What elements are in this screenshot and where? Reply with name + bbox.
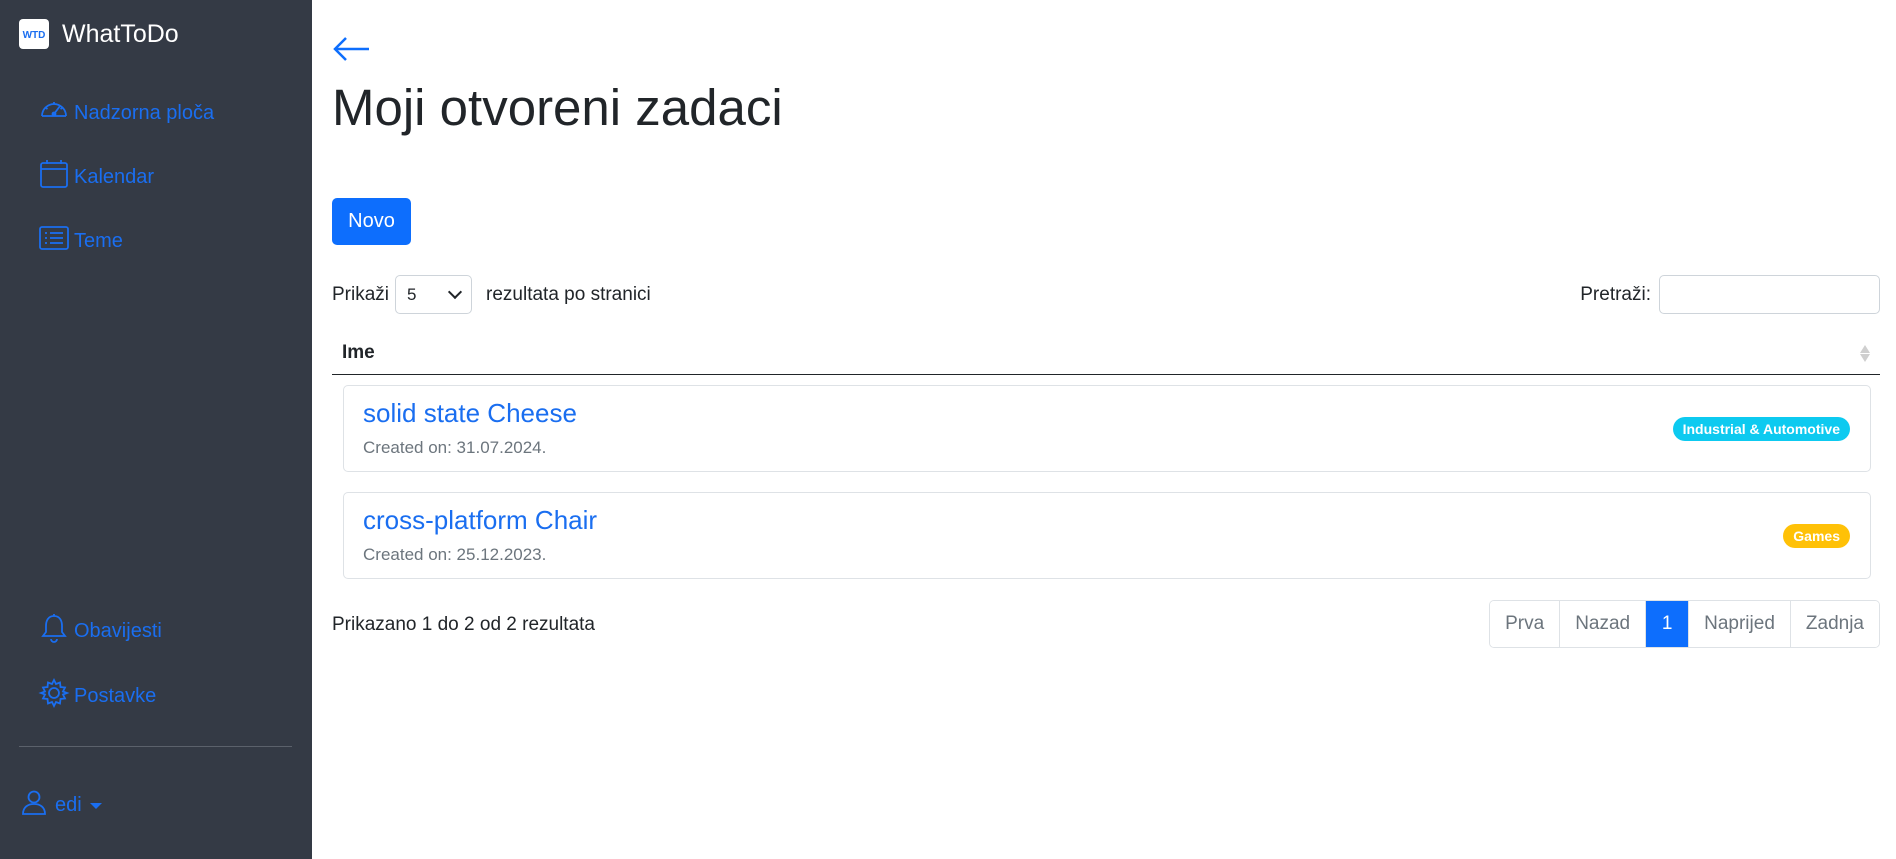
results-info: Prikazano 1 do 2 od 2 rezultata bbox=[332, 614, 596, 635]
tag-badge: Industrial & Automotive bbox=[1672, 417, 1850, 441]
table-row: solid state Cheese Created on: 31.07.202… bbox=[343, 385, 1871, 472]
column-header-name[interactable]: Ime bbox=[332, 332, 1880, 375]
new-task-button[interactable]: Novo bbox=[332, 198, 411, 245]
pagination-next[interactable]: Naprijed bbox=[1688, 601, 1790, 647]
sidebar-item-calendar[interactable]: Kalendar bbox=[38, 158, 154, 196]
user-name: edi bbox=[55, 793, 82, 816]
gear-icon bbox=[38, 677, 74, 715]
user-menu[interactable]: edi bbox=[20, 788, 102, 822]
sidebar: WTD WhatToDo Nadzorna ploča Kalendar Tem… bbox=[0, 0, 312, 859]
user-icon bbox=[20, 788, 55, 822]
sidebar-item-settings[interactable]: Postavke bbox=[38, 677, 156, 715]
list-icon bbox=[38, 222, 74, 260]
chevron-down-icon bbox=[89, 803, 102, 809]
pagination: Prva Nazad 1 Naprijed Zadnja bbox=[1489, 600, 1880, 648]
chevron-down-icon bbox=[447, 284, 463, 299]
page-length-prefix: Prikaži bbox=[332, 283, 390, 305]
task-created-date: Created on: 25.12.2023. bbox=[363, 545, 547, 564]
calendar-icon bbox=[38, 158, 74, 196]
back-button[interactable] bbox=[332, 34, 372, 64]
brand[interactable]: WTD WhatToDo bbox=[19, 19, 179, 49]
sidebar-item-label: Obavijesti bbox=[74, 619, 162, 642]
search-control: Pretraži: bbox=[1580, 275, 1880, 314]
page-length-value: 5 bbox=[407, 284, 417, 304]
sidebar-item-dashboard[interactable]: Nadzorna ploča bbox=[38, 94, 214, 132]
page-length-select[interactable]: 5 bbox=[395, 275, 473, 314]
task-created-date: Created on: 31.07.2024. bbox=[363, 438, 547, 457]
pagination-first[interactable]: Prva bbox=[1490, 601, 1560, 647]
pagination-current-page[interactable]: 1 bbox=[1645, 601, 1689, 647]
sidebar-item-label: Nadzorna ploča bbox=[74, 101, 215, 124]
sidebar-item-topics[interactable]: Teme bbox=[38, 222, 123, 260]
page-length-control: Prikaži 5 rezultata po stranici bbox=[332, 275, 651, 314]
pagination-prev[interactable]: Nazad bbox=[1559, 601, 1646, 647]
arrow-left-icon bbox=[333, 37, 369, 61]
sidebar-item-notifications[interactable]: Obavijesti bbox=[38, 612, 162, 650]
sidebar-item-label: Postavke bbox=[74, 684, 157, 707]
brand-name: WhatToDo bbox=[62, 19, 179, 48]
search-input[interactable] bbox=[1659, 275, 1880, 314]
column-header-label: Ime bbox=[342, 342, 375, 363]
page-title: Moji otvoreni zadaci bbox=[332, 79, 783, 136]
table-row: cross-platform Chair Created on: 25.12.2… bbox=[343, 492, 1871, 579]
page-length-suffix: rezultata po stranici bbox=[486, 283, 651, 305]
speedometer-icon bbox=[38, 94, 74, 132]
task-title-link[interactable]: cross-platform Chair bbox=[363, 505, 597, 536]
brand-logo: WTD bbox=[19, 19, 49, 49]
sidebar-item-label: Kalendar bbox=[74, 165, 155, 188]
bell-icon bbox=[38, 612, 74, 650]
tag-badge: Games bbox=[1783, 524, 1850, 548]
pagination-last[interactable]: Zadnja bbox=[1789, 601, 1879, 647]
search-label: Pretraži: bbox=[1580, 283, 1651, 305]
sidebar-item-label: Teme bbox=[74, 229, 123, 252]
sort-icon bbox=[1860, 344, 1870, 362]
task-title-link[interactable]: solid state Cheese bbox=[363, 398, 577, 429]
brand-logo-text: WTD bbox=[23, 30, 46, 41]
sidebar-divider bbox=[19, 746, 292, 747]
